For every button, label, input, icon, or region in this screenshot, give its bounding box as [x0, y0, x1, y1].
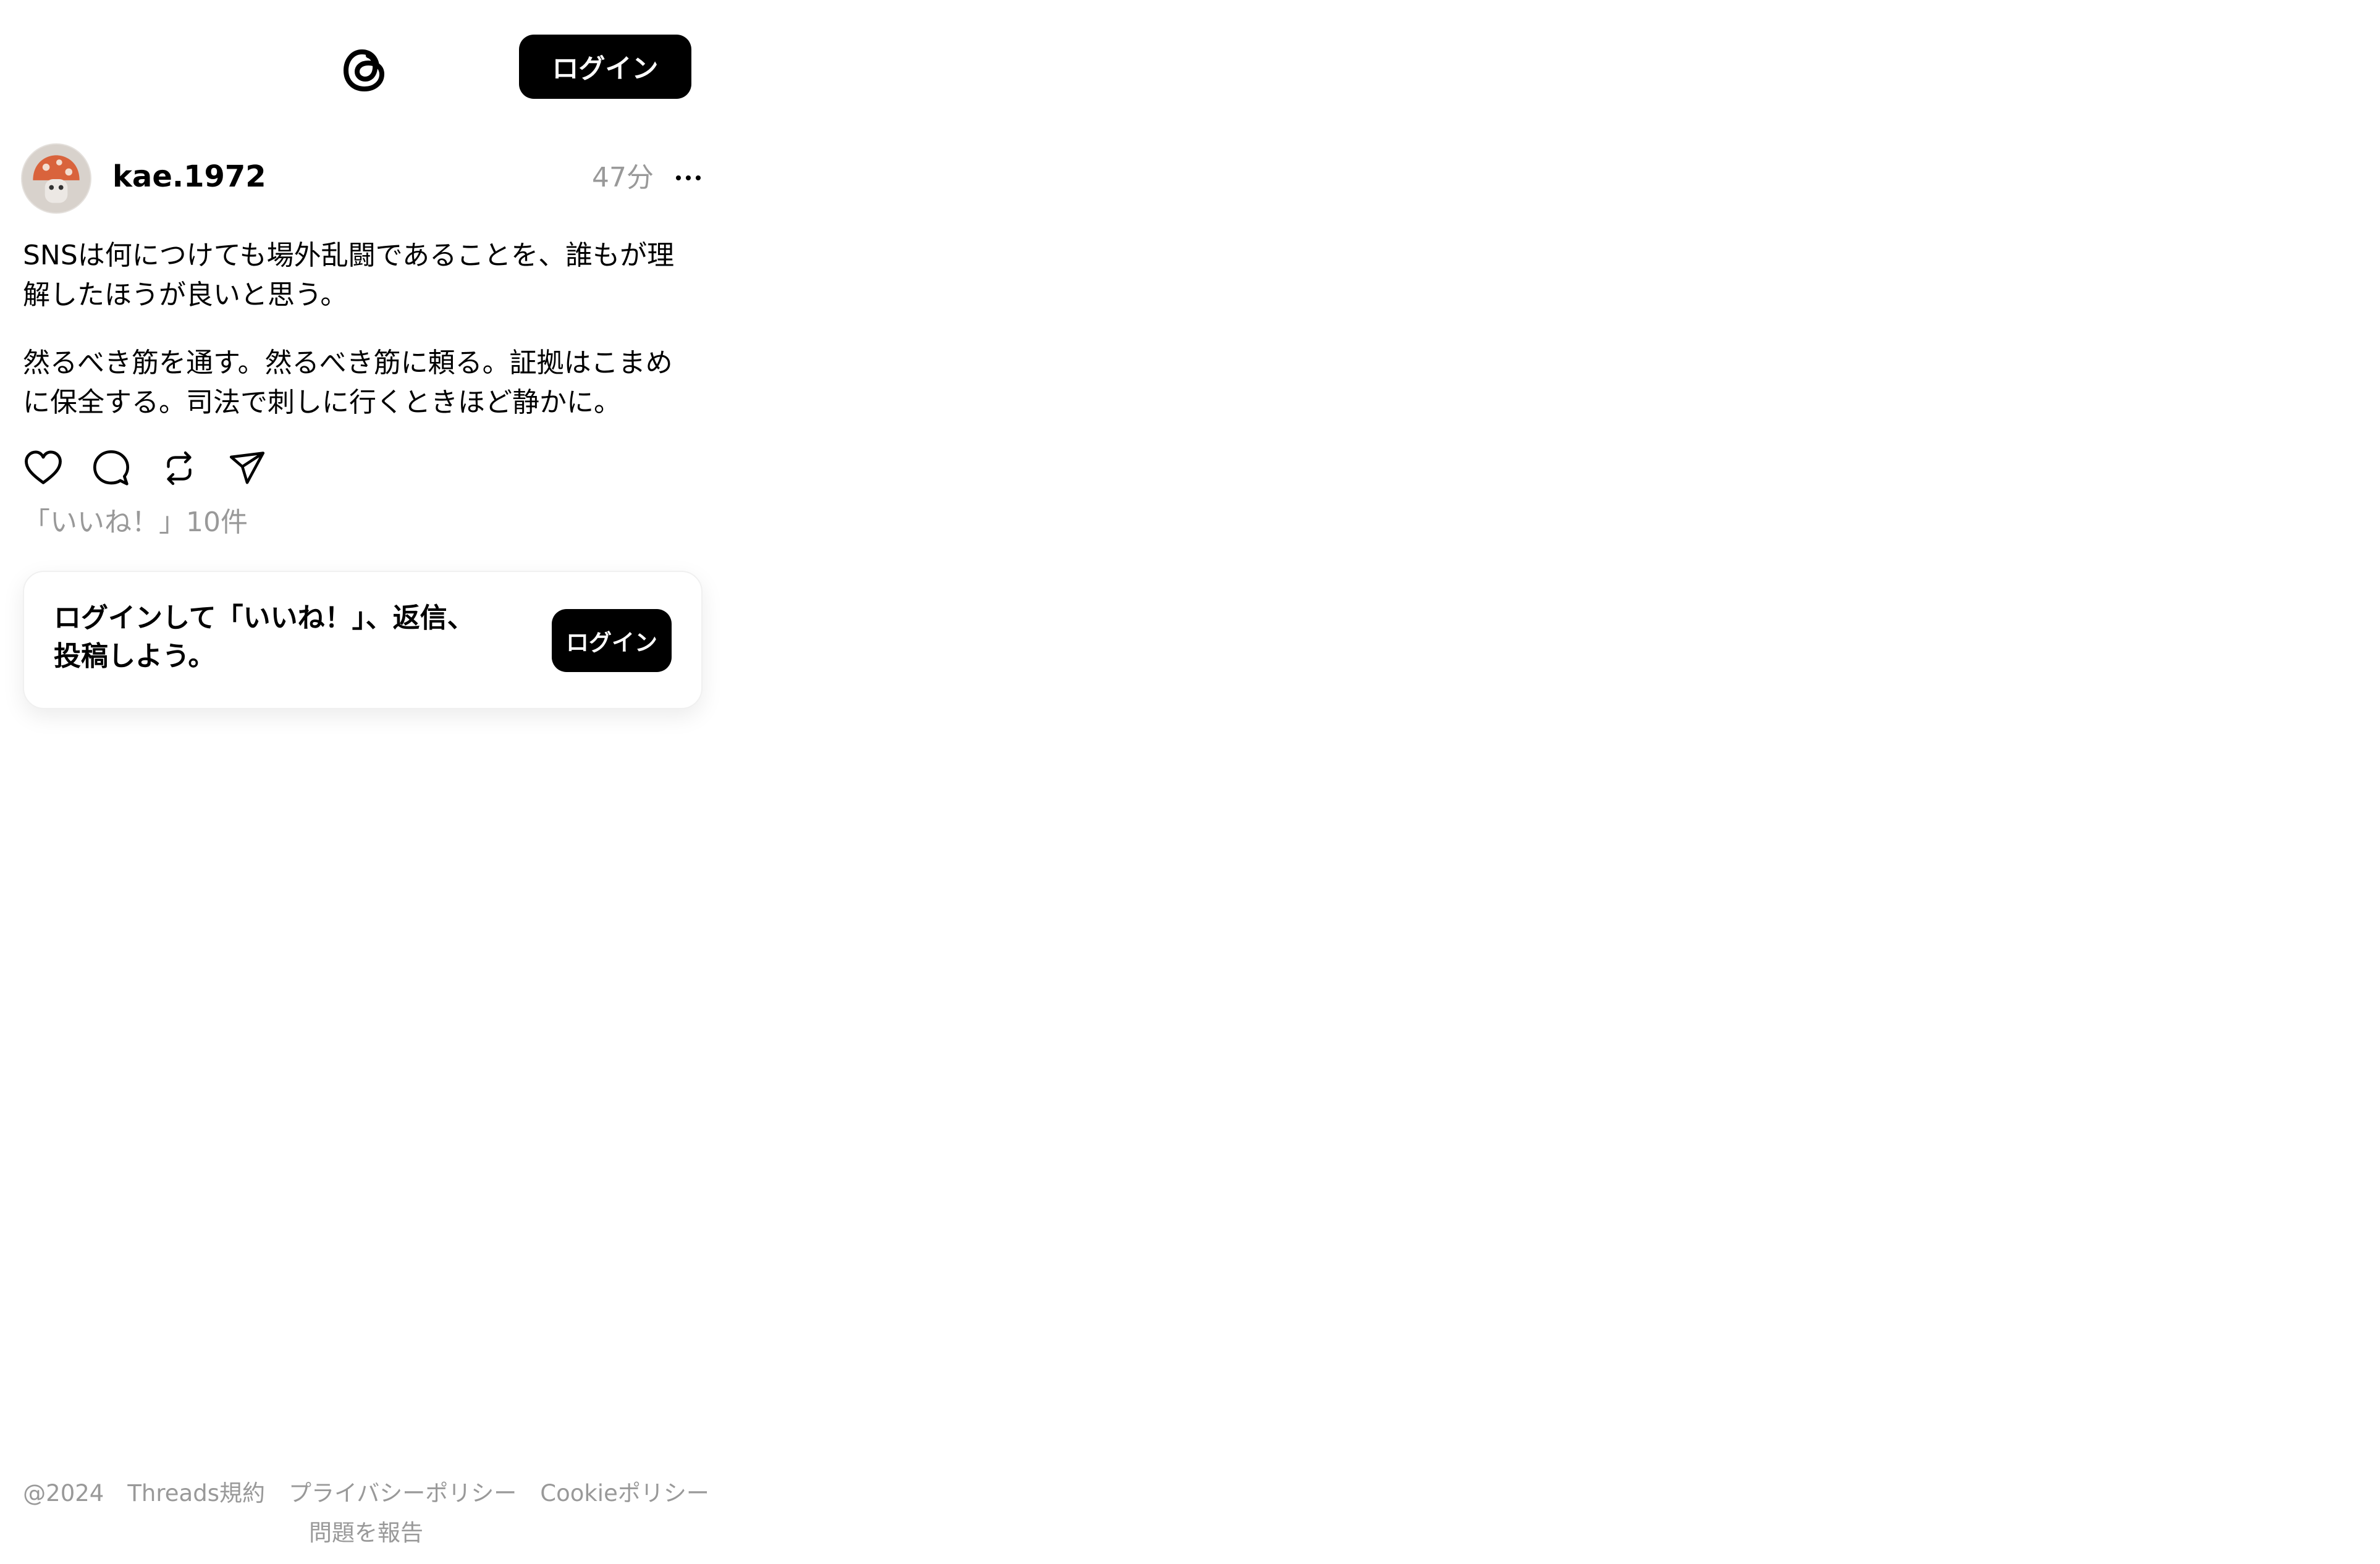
footer-privacy-link[interactable]: プライバシーポリシー	[289, 1474, 517, 1513]
threads-logo-icon[interactable]	[334, 38, 395, 100]
more-horizontal-icon[interactable]	[670, 159, 707, 196]
post-username[interactable]: kae.1972	[112, 157, 266, 196]
footer-cookie-link[interactable]: Cookieポリシー	[540, 1474, 709, 1513]
post-body: SNSは何につけても場外乱闘であることを、誰もが理 解したほうが良いと思う。 然…	[23, 236, 703, 451]
post-paragraph: SNSは何につけても場外乱闘であることを、誰もが理 解したほうが良いと思う。	[23, 240, 675, 311]
login-button[interactable]: ログイン	[519, 35, 691, 99]
post-paragraph: 然るべき筋を通す。然るべき筋に頼る。証拠はこまめ に保全する。司法で刺しに行くと…	[23, 347, 673, 418]
login-prompt-text: ログインして「いいね！」、返信、 投稿しよう。	[54, 602, 475, 672]
footer-copyright: @2024	[23, 1480, 104, 1507]
footer-report-link[interactable]: 問題を報告	[309, 1513, 423, 1553]
post-timestamp[interactable]: 47分	[592, 159, 654, 196]
footer-terms-link[interactable]: Threads規約	[127, 1474, 265, 1513]
comment-icon[interactable]	[89, 446, 133, 490]
heart-icon[interactable]	[21, 446, 65, 490]
post-header: kae.1972 47分	[21, 143, 707, 215]
threads-app: ログイン kae.1972 47分 SNSは何につけても場外乱闘であることを、誰…	[0, 0, 732, 1564]
footer: @2024 Threads規約 プライバシーポリシー Cookieポリシー 問題…	[0, 1474, 732, 1553]
login-prompt-button[interactable]: ログイン	[552, 609, 672, 672]
repost-icon[interactable]	[157, 446, 201, 490]
avatar[interactable]	[21, 143, 91, 214]
login-prompt-card: ログインして「いいね！」、返信、 投稿しよう。 ログイン	[23, 571, 703, 709]
top-header: ログイン	[0, 0, 732, 124]
send-icon[interactable]	[225, 446, 269, 490]
likes-count[interactable]: 「いいね！」10件	[23, 503, 248, 542]
post-actions	[21, 446, 330, 492]
